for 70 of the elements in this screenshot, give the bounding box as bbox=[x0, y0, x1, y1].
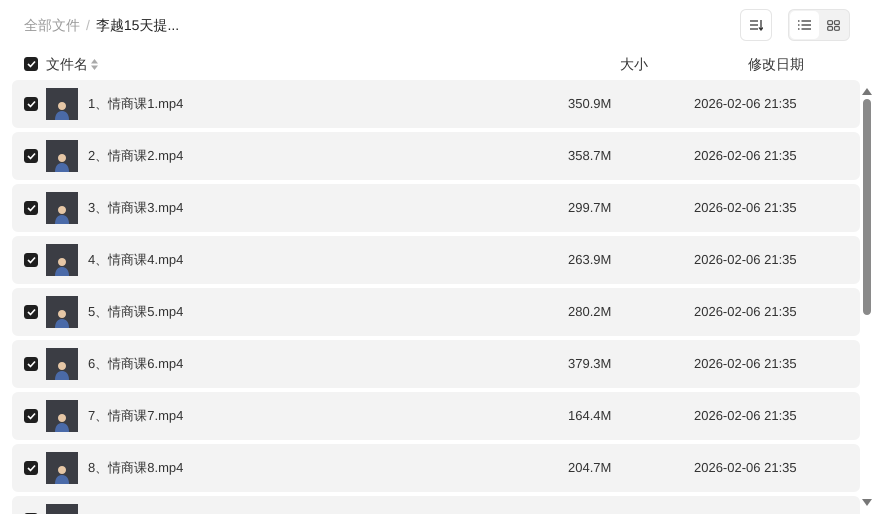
list-view-button[interactable] bbox=[790, 11, 819, 39]
video-thumbnail bbox=[46, 244, 78, 276]
check-icon bbox=[26, 204, 36, 212]
modified-date: 2026-02-06 21:35 bbox=[694, 355, 797, 374]
file-name: 5、情商课5.mp4 bbox=[88, 303, 184, 322]
check-icon bbox=[26, 464, 36, 472]
file-row[interactable]: 2、情商课2.mp4 358.7M 2026-02-06 21:35 bbox=[12, 132, 860, 180]
video-thumbnail bbox=[46, 348, 78, 380]
checkbox[interactable] bbox=[24, 357, 38, 371]
list-view-icon bbox=[798, 20, 811, 30]
checkbox[interactable] bbox=[24, 57, 38, 71]
file-name: 3、情商课3.mp4 bbox=[88, 199, 184, 218]
video-thumbnail bbox=[46, 296, 78, 328]
scroll-up-icon[interactable] bbox=[862, 88, 872, 95]
check-icon bbox=[26, 256, 36, 264]
scroll-down-icon[interactable] bbox=[862, 499, 872, 506]
checkbox[interactable] bbox=[24, 253, 38, 267]
check-icon bbox=[26, 412, 36, 420]
modified-date: 2026-02-06 21:35 bbox=[694, 251, 797, 270]
modified-date: 2026-02-06 21:35 bbox=[694, 199, 797, 218]
column-header: 修改日期 bbox=[748, 54, 804, 74]
checkbox[interactable] bbox=[24, 201, 38, 215]
file-size: 299.7M bbox=[568, 199, 612, 218]
checkbox[interactable] bbox=[24, 149, 38, 163]
file-size: 164.4M bbox=[568, 407, 612, 426]
file-row[interactable]: 5、情商课5.mp4 280.2M 2026-02-06 21:35 bbox=[12, 288, 860, 336]
modified-date: 2026-02-06 21:35 bbox=[694, 147, 797, 166]
file-name: 4、情商课4.mp4 bbox=[88, 251, 184, 270]
check-icon bbox=[26, 152, 36, 160]
video-thumbnail bbox=[46, 88, 78, 120]
file-row[interactable]: 7、情商课7.mp4 164.4M 2026-02-06 21:35 bbox=[12, 392, 860, 440]
file-size: 204.7M bbox=[568, 459, 612, 478]
video-thumbnail bbox=[46, 192, 78, 224]
file-name: 2、情商课2.mp4 bbox=[88, 147, 184, 166]
video-thumbnail bbox=[46, 400, 78, 432]
video-thumbnail bbox=[46, 452, 78, 484]
modified-date: 2026-02-06 21:35 bbox=[694, 407, 797, 426]
column-header: 大小 bbox=[620, 54, 648, 74]
file-name: 7、情商课7.mp4 bbox=[88, 407, 184, 426]
file-row[interactable]: 1、情商课1.mp4 350.9M 2026-02-06 21:35 bbox=[12, 80, 860, 128]
video-thumbnail bbox=[46, 140, 78, 172]
column-header[interactable]: 文件名 bbox=[46, 54, 88, 74]
check-icon bbox=[26, 60, 36, 68]
scrollbar-thumb[interactable] bbox=[863, 99, 871, 315]
file-row[interactable]: 6、情商课6.mp4 379.3M 2026-02-06 21:35 bbox=[12, 340, 860, 388]
file-row[interactable]: 3、情商课3.mp4 299.7M 2026-02-06 21:35 bbox=[12, 184, 860, 232]
file-name: 8、情商课8.mp4 bbox=[88, 459, 184, 478]
file-row[interactable]: 4、情商课4.mp4 263.9M 2026-02-06 21:35 bbox=[12, 236, 860, 284]
modified-date: 2026-02-06 21:35 bbox=[694, 95, 797, 114]
file-name: 6、情商课6.mp4 bbox=[88, 355, 184, 374]
check-icon bbox=[26, 100, 36, 108]
grid-view-icon bbox=[827, 20, 840, 30]
file-size: 280.2M bbox=[568, 303, 612, 322]
checkbox[interactable] bbox=[24, 305, 38, 319]
checkbox[interactable] bbox=[24, 461, 38, 475]
sort-button[interactable] bbox=[740, 9, 772, 41]
modified-date: 2026-02-06 21:35 bbox=[694, 459, 797, 478]
file-row[interactable]: 8、情商课8.mp4 204.7M 2026-02-06 21:35 bbox=[12, 444, 860, 492]
file-name: 1、情商课1.mp4 bbox=[88, 95, 184, 114]
check-icon bbox=[26, 308, 36, 316]
breadcrumb-separator: / bbox=[86, 16, 90, 34]
sort-icon bbox=[749, 19, 763, 31]
check-icon bbox=[26, 360, 36, 368]
file-size: 358.7M bbox=[568, 147, 612, 166]
checkbox[interactable] bbox=[24, 409, 38, 423]
file-size: 263.9M bbox=[568, 251, 612, 270]
file-size: 379.3M bbox=[568, 355, 612, 374]
checkbox[interactable] bbox=[24, 97, 38, 111]
file-size: 350.9M bbox=[568, 95, 612, 114]
modified-date: 2026-02-06 21:35 bbox=[694, 303, 797, 322]
